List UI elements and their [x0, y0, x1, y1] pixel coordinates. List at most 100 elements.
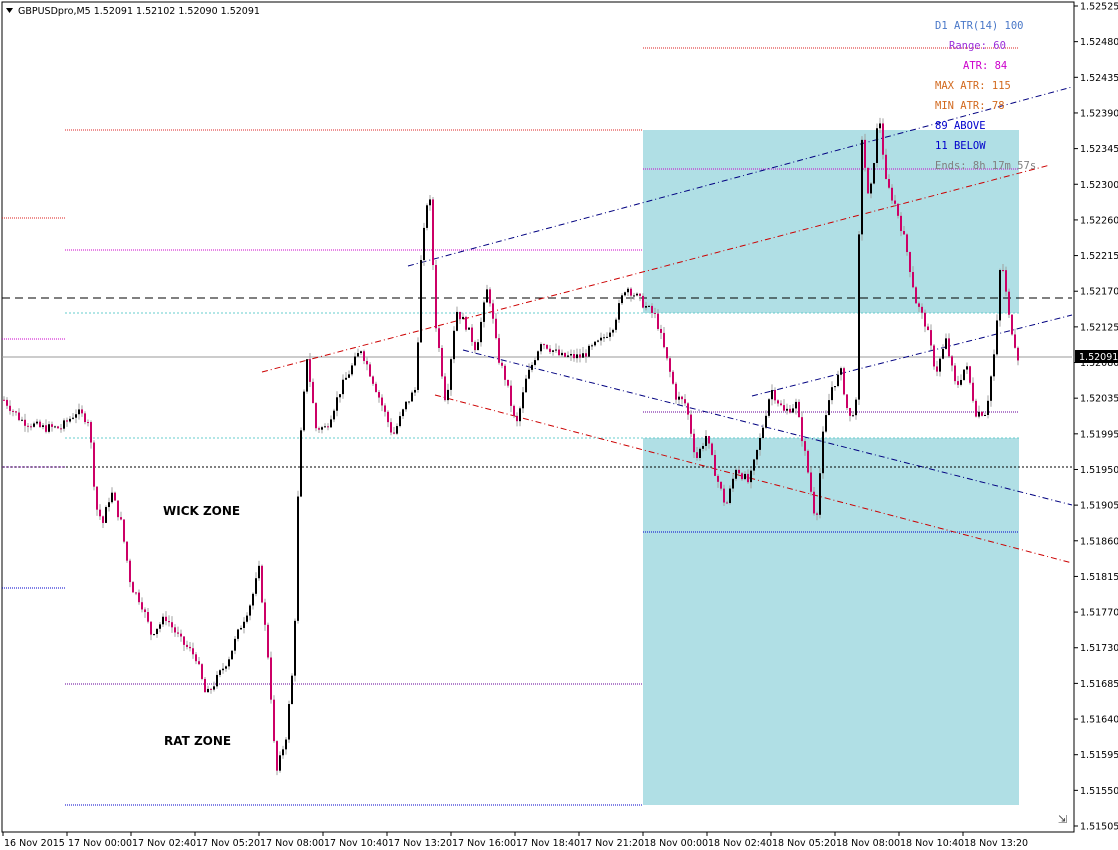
candle-body [96, 486, 98, 510]
candle-body [750, 470, 752, 483]
candle-body [507, 379, 509, 386]
x-tick-label: 17 Nov 16:00 [452, 838, 516, 849]
candle-body [513, 405, 515, 416]
y-tick-label: 1.52390 [1080, 108, 1118, 119]
candle-body [975, 400, 977, 417]
candle-body [630, 288, 632, 296]
time-axis[interactable]: 16 Nov 2015 17 Nov 00:00 17 Nov 02:40 17 No… [2, 832, 1028, 849]
candle-body [753, 459, 755, 471]
candle-body [123, 519, 125, 542]
candle-body [432, 199, 434, 266]
candle-body [999, 270, 1001, 321]
wick-zone-upper-box [643, 130, 1019, 313]
candle-body [957, 381, 959, 385]
candle-body [654, 312, 656, 314]
candle-body [36, 421, 38, 424]
candle-body [576, 354, 578, 359]
candle-body [978, 411, 980, 417]
candle-body [564, 352, 566, 357]
candle-body [891, 187, 893, 201]
y-tick-label: 1.52260 [1080, 215, 1118, 226]
candle-body [711, 443, 713, 455]
candle-body [24, 419, 26, 426]
candle-body [264, 602, 266, 625]
candle-body [57, 426, 59, 429]
candle-body [474, 341, 476, 351]
autoscroll-icon[interactable]: ⇲ [1058, 813, 1067, 826]
candle-body [606, 336, 608, 338]
indicator-atr: ATR: 84 [963, 60, 1007, 72]
candle-body [621, 295, 623, 304]
candle-body [33, 423, 35, 427]
price-axis[interactable]: 1.52525 1.52480 1.52435 1.52390 1.52345 1.523… [1074, 2, 1118, 833]
candle-body [555, 349, 557, 351]
candle-body [792, 408, 794, 413]
candle-body [318, 428, 320, 430]
candle-body [468, 327, 470, 330]
candle-body [1005, 270, 1007, 292]
candle-body [696, 452, 698, 458]
candle-body [300, 430, 302, 497]
candle-body [807, 450, 809, 473]
candle-body [852, 415, 854, 417]
candle-body [795, 401, 797, 409]
candle-body [549, 348, 551, 352]
candle-body [780, 403, 782, 406]
candle-body [573, 354, 575, 359]
candle-body [615, 319, 617, 330]
candle-body [981, 411, 983, 416]
candle-body [372, 376, 374, 384]
candle-body [816, 513, 818, 515]
candle-body [717, 475, 719, 482]
candle-body [624, 292, 626, 296]
candle-body [684, 399, 686, 404]
candle-body [492, 303, 494, 319]
candle-body [78, 409, 80, 415]
current-price-label: 1.52091 [1079, 352, 1118, 363]
candle-body [945, 338, 947, 349]
x-tick-label: 17 Nov 05:20 [196, 838, 260, 849]
candle-body [39, 421, 41, 428]
indicator-min-atr: MIN ATR: 78 [935, 100, 1005, 112]
candle-body [618, 303, 620, 320]
candle-body [330, 419, 332, 428]
candle-body [249, 605, 251, 616]
candle-body [930, 330, 932, 346]
candle-body [195, 654, 197, 662]
candle-body [627, 288, 629, 293]
candle-body [297, 496, 299, 621]
candle-body [531, 364, 533, 370]
candle-body [561, 352, 563, 356]
candle-body [306, 359, 308, 392]
candle-body [6, 399, 8, 406]
chart[interactable]: WICK ZONE RAT ZONE D1 ATR(14) 100 Range:… [0, 0, 1118, 850]
candle-body [171, 622, 173, 628]
candle-body [288, 704, 290, 740]
candle-body [702, 445, 704, 449]
candle-body [927, 326, 929, 331]
candle-body [996, 320, 998, 355]
x-tick-label: 17 Nov 08:00 [260, 838, 324, 849]
candle-body [462, 316, 464, 320]
candle-body [558, 349, 560, 356]
candle-body [363, 351, 365, 361]
candle-body [537, 351, 539, 361]
x-tick-label: 17 Nov 18:40 [516, 838, 580, 849]
candle-body [426, 205, 428, 228]
y-tick-label: 1.51770 [1080, 608, 1118, 619]
candle-body [375, 383, 377, 393]
candle-body [639, 293, 641, 296]
y-tick-label: 1.51860 [1080, 536, 1118, 547]
candle-body [210, 688, 212, 690]
candle-body [519, 408, 521, 422]
candle-body [903, 231, 905, 235]
candle-body [972, 382, 974, 401]
candle-body [984, 414, 986, 416]
y-tick-label: 1.51730 [1080, 643, 1118, 654]
indicator-d1-atr: D1 ATR(14) 100 [935, 20, 1024, 32]
candle-body [222, 668, 224, 671]
candle-body [303, 391, 305, 431]
candle-body [186, 644, 188, 647]
candle-body [540, 344, 542, 352]
candle-body [246, 615, 248, 622]
